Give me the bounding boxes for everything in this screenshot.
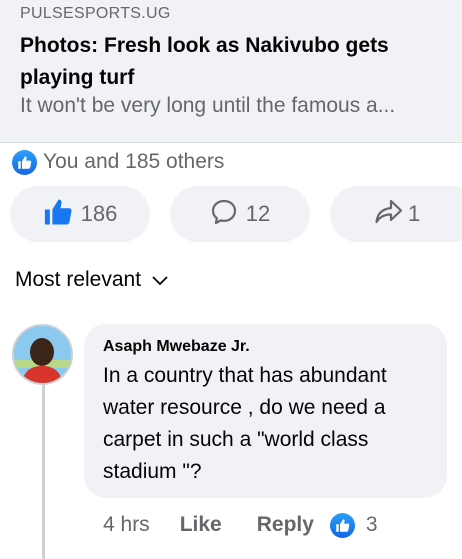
speech-bubble-icon (210, 198, 238, 231)
thumbs-up-icon[interactable] (329, 512, 355, 538)
avatar[interactable] (12, 324, 73, 385)
link-title: Photos: Fresh look as Nakivubo gets play… (20, 34, 389, 89)
comment-like-button[interactable]: Like (180, 513, 222, 537)
comment-actions: 4 hrs Like Reply 3 (103, 511, 378, 539)
link-source: PULSESPORTS.UG (20, 5, 171, 22)
comment-text: In a country that has abundant water res… (103, 364, 387, 483)
thumbs-up-icon (12, 149, 37, 175)
comment-bubble: Asaph Mwebaze Jr. In a country that has … (84, 324, 447, 498)
like-button[interactable]: 186 (10, 186, 150, 242)
like-count: 186 (80, 201, 118, 226)
comment-thread-line (42, 384, 45, 559)
reactions-summary-text: You and 185 others (43, 150, 225, 173)
share-button[interactable]: 1 (330, 186, 462, 242)
comment-timestamp[interactable]: 4 hrs (103, 513, 150, 537)
sort-label: Most relevant (15, 268, 142, 291)
comment-author[interactable]: Asaph Mwebaze Jr. (103, 338, 250, 356)
comment-reply-button[interactable]: Reply (257, 513, 314, 537)
reactions-summary[interactable]: You and 185 others (12, 148, 224, 176)
link-description: It won't be very long until the famous a… (20, 94, 396, 117)
thumbs-up-icon (43, 197, 73, 232)
share-count: 1 (408, 201, 421, 226)
comment-sort-dropdown[interactable]: Most relevant (15, 268, 169, 292)
share-arrow-icon (374, 198, 404, 231)
comment-count: 12 (245, 201, 271, 226)
comment-reaction-count: 3 (365, 513, 378, 536)
chevron-down-icon (151, 274, 169, 286)
comment-button[interactable]: 12 (170, 186, 310, 242)
link-preview-card[interactable]: PULSESPORTS.UG Photos: Fresh look as Nak… (0, 0, 462, 143)
